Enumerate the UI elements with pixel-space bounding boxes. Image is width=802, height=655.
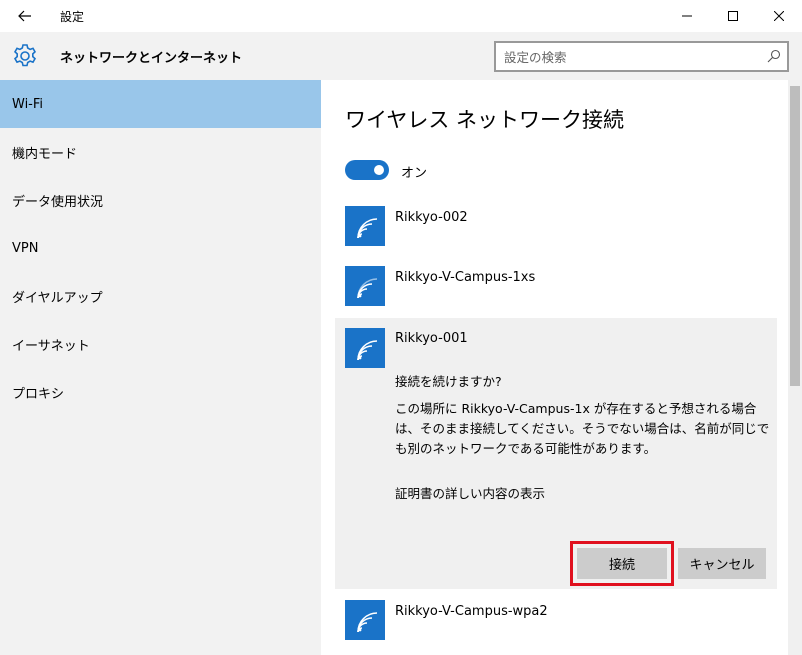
page-header: ネットワークとインターネット	[0, 32, 802, 80]
network-item[interactable]: Rikkyo-002	[345, 206, 765, 246]
search-icon[interactable]	[767, 49, 781, 63]
close-icon	[774, 11, 784, 21]
sidebar-item-label: ダイヤルアップ	[12, 290, 103, 306]
connect-button[interactable]: 接続	[577, 548, 667, 579]
sidebar-item-label: データ使用状況	[12, 194, 104, 210]
wifi-signal-icon	[345, 206, 385, 246]
toggle-knob	[374, 165, 384, 175]
sidebar: Wi-Fi 機内モード データ使用状況 VPN ダイヤルアップ イーサネット プ…	[0, 80, 321, 655]
close-button[interactable]	[756, 0, 802, 32]
sidebar-item-label: イーサネット	[12, 338, 90, 354]
wifi-signal-icon	[345, 328, 385, 368]
network-name: Rikkyo-001	[395, 331, 468, 346]
search-input[interactable]	[504, 48, 754, 66]
connect-prompt: 接続を続けますか?	[395, 374, 502, 389]
wifi-toggle[interactable]	[345, 160, 389, 180]
window-title: 設定	[60, 10, 85, 24]
back-arrow-icon	[18, 10, 31, 22]
page-title: ワイヤレス ネットワーク接続	[345, 108, 625, 132]
cancel-button[interactable]: キャンセル	[678, 548, 766, 579]
scrollbar[interactable]	[788, 80, 802, 655]
title-bar: 設定	[0, 0, 802, 32]
section-title: ネットワークとインターネット	[60, 51, 243, 66]
sidebar-item-proxy[interactable]: プロキシ	[0, 368, 321, 416]
wifi-signal-icon	[345, 266, 385, 306]
minimize-button[interactable]	[664, 0, 710, 32]
search-box[interactable]	[494, 41, 789, 72]
wifi-signal-icon	[345, 600, 385, 640]
sidebar-item-label: Wi-Fi	[12, 96, 44, 112]
network-item[interactable]: Rikkyo-V-Campus-1xs	[345, 266, 765, 306]
sidebar-item-ethernet[interactable]: イーサネット	[0, 320, 321, 368]
certificate-details-link[interactable]: 証明書の詳しい内容の表示	[395, 483, 545, 502]
sidebar-item-label: VPN	[12, 240, 39, 256]
maximize-icon	[728, 11, 738, 21]
sidebar-item-label: プロキシ	[12, 386, 65, 402]
network-name: Rikkyo-002	[395, 210, 468, 225]
network-name: Rikkyo-V-Campus-1xs	[395, 270, 536, 285]
network-item[interactable]: Rikkyo-V-Campus-wpa2	[345, 600, 765, 640]
gear-icon	[13, 44, 37, 67]
main-content: ワイヤレス ネットワーク接続 オン Rikkyo-002 Rikkyo-V-Ca…	[321, 80, 788, 655]
maximize-button[interactable]	[710, 0, 756, 32]
network-name: Rikkyo-V-Campus-wpa2	[395, 604, 548, 619]
sidebar-item-vpn[interactable]: VPN	[0, 224, 321, 272]
wifi-toggle-label: オン	[401, 166, 428, 181]
minimize-icon	[682, 15, 692, 17]
scrollbar-thumb[interactable]	[790, 86, 800, 386]
network-item-expanded[interactable]: Rikkyo-001 接続を続けますか? この場所に Rikkyo-V-Camp…	[335, 318, 777, 589]
sidebar-item-dialup[interactable]: ダイヤルアップ	[0, 272, 321, 320]
sidebar-item-airplane-mode[interactable]: 機内モード	[0, 128, 321, 176]
back-button[interactable]	[8, 2, 42, 30]
sidebar-item-wifi[interactable]: Wi-Fi	[0, 80, 321, 128]
connect-warning-message: この場所に Rikkyo-V-Campus-1x が存在すると予想される場合は、…	[395, 401, 770, 456]
sidebar-item-data-usage[interactable]: データ使用状況	[0, 176, 321, 224]
sidebar-item-label: 機内モード	[12, 146, 78, 162]
